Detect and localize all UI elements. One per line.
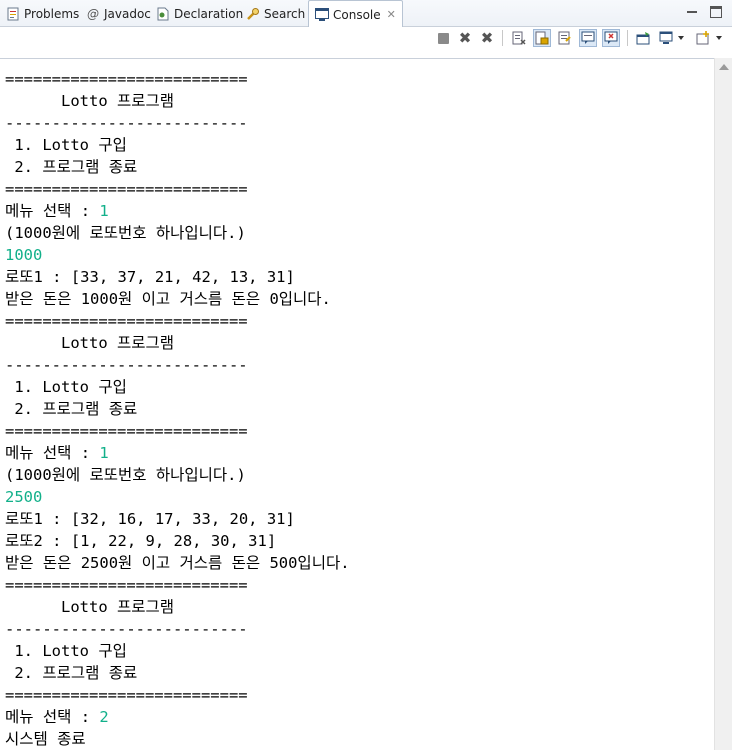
chevron-down-icon[interactable]	[676, 29, 686, 47]
toolbar-separator	[627, 30, 628, 46]
console-line: ==========================	[5, 576, 248, 594]
console-line: 로또2 : [1, 22, 9, 28, 30, 31]	[5, 532, 277, 550]
console-line: 1. Lotto 구입	[5, 642, 127, 660]
tab-declaration[interactable]: Declaration	[156, 0, 243, 27]
tab-problems[interactable]: Problems	[6, 0, 79, 27]
console-line: 시스템 종료	[5, 730, 86, 748]
console-prompt-text: 메뉴 선택 :	[5, 444, 100, 462]
remove-launch-icon[interactable]: ✖	[456, 29, 474, 47]
tab-label: Javadoc	[104, 6, 151, 21]
console-line: 2. 프로그램 종료	[5, 158, 138, 176]
console-line: ==========================	[5, 312, 248, 330]
console-user-input: 1	[99, 444, 109, 462]
scroll-up-icon[interactable]	[719, 64, 729, 70]
console-user-input: 1000	[5, 246, 43, 264]
console-user-input: 2500	[5, 488, 43, 506]
vertical-scrollbar[interactable]	[714, 58, 732, 750]
console-line: 2. 프로그램 종료	[5, 664, 138, 682]
console-user-input: 2	[99, 708, 109, 726]
console-line: 받은 돈은 2500원 이고 거스름 돈은 500입니다.	[5, 554, 350, 572]
console-toolbar: ✖ ✖	[0, 27, 732, 49]
console-line: 메뉴 선택 : 1	[5, 442, 109, 464]
tab-javadoc[interactable]: @ Javadoc	[86, 0, 151, 27]
console-line: (1000원에 로또번호 하나입니다.)	[5, 224, 246, 242]
console-line: ==========================	[5, 686, 248, 704]
console-line: 2. 프로그램 종료	[5, 400, 138, 418]
remove-all-terminated-icon[interactable]: ✖	[478, 29, 496, 47]
problems-icon	[6, 7, 20, 21]
console-line: 로또1 : [32, 16, 17, 33, 20, 31]	[5, 510, 295, 528]
minimize-icon[interactable]	[686, 6, 698, 18]
console-line: --------------------------	[5, 620, 248, 638]
maximize-icon[interactable]	[710, 6, 722, 18]
show-console-on-stderr-icon[interactable]	[602, 29, 620, 47]
console-user-input: 1	[99, 202, 109, 220]
close-icon[interactable]: ✕	[387, 8, 396, 21]
console-line: Lotto 프로그램	[5, 92, 175, 110]
console-line: --------------------------	[5, 114, 248, 132]
javadoc-icon: @	[87, 6, 99, 21]
console-line: (1000원에 로또번호 하나입니다.)	[5, 466, 246, 484]
scroll-lock-icon[interactable]	[533, 29, 551, 47]
clear-console-icon[interactable]	[510, 29, 528, 47]
tab-label: Declaration	[174, 6, 244, 21]
tab-label: Console	[333, 7, 381, 22]
console-prompt-text: 메뉴 선택 :	[5, 708, 100, 726]
declaration-icon	[156, 7, 170, 21]
tab-console[interactable]: Console ✕	[308, 0, 403, 28]
console-line: 받은 돈은 1000원 이고 거스름 돈은 0입니다.	[5, 290, 331, 308]
console-line: Lotto 프로그램	[5, 598, 175, 616]
console-line: ==========================	[5, 180, 248, 198]
search-icon	[246, 7, 260, 21]
console-line: 메뉴 선택 : 2	[5, 706, 109, 728]
console-output[interactable]: ========================== Lotto 프로그램 ---…	[0, 58, 714, 751]
console-line: --------------------------	[5, 356, 248, 374]
show-console-on-stdout-icon[interactable]	[579, 29, 597, 47]
console-line: 1. Lotto 구입	[5, 136, 127, 154]
display-selected-console-icon[interactable]	[657, 29, 675, 47]
console-icon	[315, 8, 329, 22]
terminate-icon[interactable]	[434, 29, 452, 47]
tab-label: Search	[264, 6, 306, 21]
word-wrap-icon[interactable]	[556, 29, 574, 47]
console-line: ==========================	[5, 70, 248, 88]
tab-label: Problems	[24, 6, 80, 21]
toolbar-separator	[502, 30, 503, 46]
console-line: 로또1 : [33, 37, 21, 42, 13, 31]	[5, 268, 295, 286]
console-line: Lotto 프로그램	[5, 334, 175, 352]
console-prompt-text: 메뉴 선택 :	[5, 202, 100, 220]
chevron-down-icon[interactable]	[714, 29, 724, 47]
view-tab-bar: Problems @ Javadoc Declaration Search Co…	[0, 0, 732, 28]
console-line: 1. Lotto 구입	[5, 378, 127, 396]
console-line: ==========================	[5, 422, 248, 440]
pin-console-icon[interactable]	[634, 29, 652, 47]
open-console-icon[interactable]	[694, 29, 712, 47]
console-line: 메뉴 선택 : 1	[5, 200, 109, 222]
tab-search[interactable]: Search	[246, 0, 305, 27]
